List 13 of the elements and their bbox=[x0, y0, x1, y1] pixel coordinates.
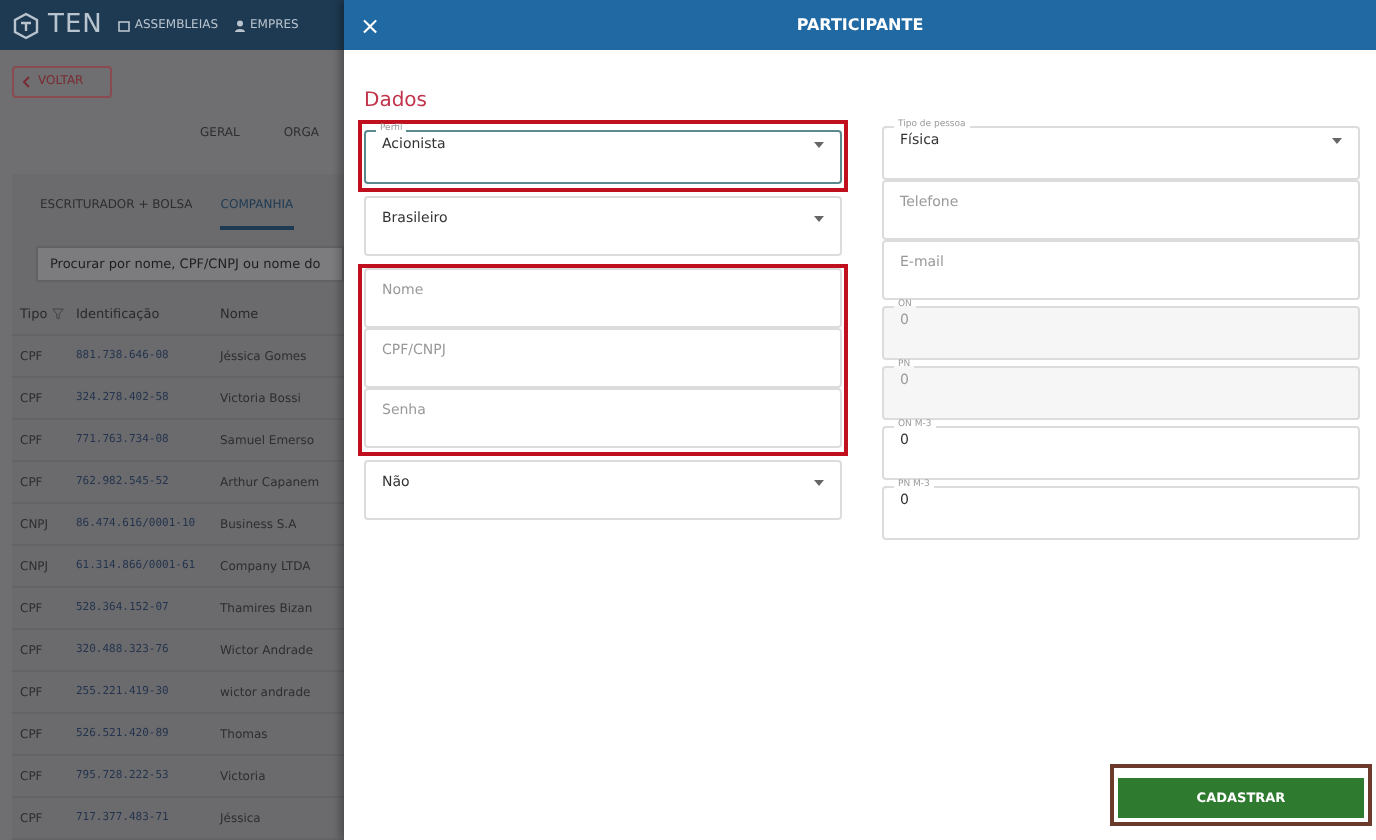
dropdown-caret-icon bbox=[814, 215, 824, 221]
dropdown-caret-icon bbox=[814, 479, 824, 485]
section-title: Dados bbox=[364, 90, 428, 112]
close-button[interactable]: × bbox=[360, 11, 381, 39]
chevron-left-icon bbox=[22, 75, 30, 88]
calendar-icon bbox=[118, 19, 131, 31]
filter-icon bbox=[51, 308, 64, 320]
logo-text: TEN bbox=[48, 10, 103, 40]
drawer-title: PARTICIPANTE bbox=[796, 16, 924, 34]
dropdown-caret-icon bbox=[814, 141, 824, 147]
person-icon bbox=[234, 19, 247, 31]
dropdown-caret-icon bbox=[1332, 137, 1342, 143]
logo-icon bbox=[12, 11, 40, 39]
